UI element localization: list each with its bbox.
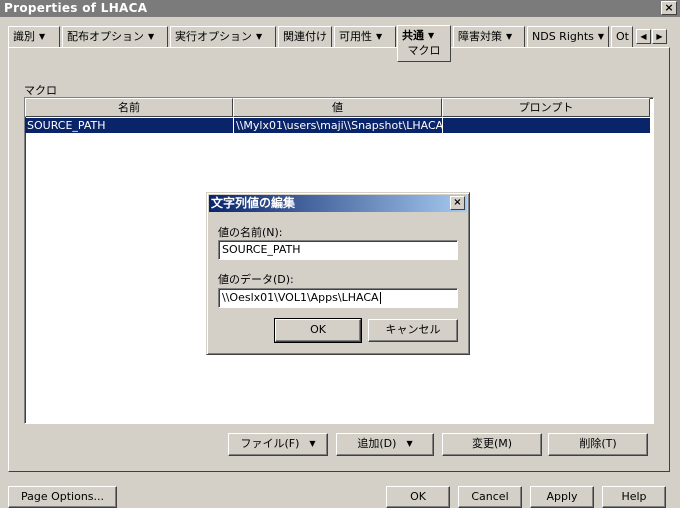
window-title-bar: Properties of LHACA — [0, 0, 680, 17]
chevron-down-icon: ▼ — [376, 32, 383, 41]
dialog-title: 文字列値の編集 — [209, 195, 467, 212]
tab-label: Ot — [616, 30, 629, 43]
column-header-value[interactable]: 値 — [233, 98, 442, 117]
chevron-down-icon: ▼ — [597, 32, 605, 41]
value-data-field[interactable]: \\Oeslx01\VOL1\Apps\LHACA — [218, 288, 458, 308]
tab-run-options[interactable]: 実行オプション ▼ — [170, 26, 276, 47]
close-icon: × — [453, 197, 462, 208]
tab-label: 配布オプション — [67, 30, 144, 43]
window-title: Properties of LHACA — [4, 1, 148, 15]
chevron-down-icon: ▼ — [256, 32, 263, 41]
chevron-down-icon: ▼ — [309, 439, 316, 448]
ok-button[interactable]: OK — [386, 486, 450, 508]
tab-sublabel: マクロ — [407, 44, 441, 57]
button-label: ファイル(F) — [240, 437, 300, 450]
tab-label: 関連付け — [283, 30, 327, 43]
chevron-down-icon: ▼ — [406, 439, 413, 448]
tab-scroll-left-button[interactable]: ◀ — [636, 29, 651, 44]
tab-common-subpage-macros[interactable]: マクロ — [397, 44, 451, 62]
tab-associations[interactable]: 関連付け — [278, 26, 332, 47]
tab-fault-tolerance[interactable]: 障害対策 ▼ — [453, 26, 525, 47]
chevron-down-icon: ▼ — [428, 31, 435, 40]
add-menu-button[interactable]: 追加(D) ▼ — [336, 433, 434, 456]
arrow-right-icon: ▶ — [656, 32, 663, 41]
chevron-down-icon: ▼ — [148, 32, 155, 41]
tab-label: 識別 — [13, 30, 35, 43]
delete-button[interactable]: 削除(T) — [548, 433, 648, 456]
table-cell-name: SOURCE_PATH — [27, 119, 106, 132]
tab-availability[interactable]: 可用性 ▼ — [334, 26, 396, 47]
chevron-down-icon: ▼ — [39, 32, 46, 41]
section-label: マクロ — [24, 84, 57, 97]
cancel-button[interactable]: Cancel — [458, 486, 522, 508]
chevron-down-icon: ▼ — [506, 32, 513, 41]
tab-label: 共通 — [402, 29, 424, 42]
tab-distribution-options[interactable]: 配布オプション ▼ — [62, 26, 168, 47]
value-name-text: SOURCE_PATH — [222, 243, 301, 256]
close-icon: × — [664, 1, 674, 14]
tab-label: 可用性 — [339, 30, 372, 43]
value-name-field[interactable]: SOURCE_PATH — [218, 240, 458, 260]
tab-label: NDS Rights — [532, 30, 594, 43]
table-cell-value: \\Mylx01\users\maji\\Snapshot\LHACA — [236, 119, 442, 132]
column-header-prompt[interactable]: プロンプト — [442, 98, 650, 117]
tab-identification[interactable]: 識別 ▼ — [8, 26, 60, 47]
apply-button[interactable]: Apply — [530, 486, 594, 508]
arrow-left-icon: ◀ — [640, 32, 647, 41]
tab-nds-rights[interactable]: NDS Rights ▼ — [527, 26, 609, 47]
value-name-label: 値の名前(N): — [218, 226, 283, 239]
button-label: 追加(D) — [357, 437, 397, 450]
table-cell-prompt — [443, 118, 649, 133]
text-cursor — [379, 292, 381, 304]
dialog-cancel-button[interactable]: キャンセル — [368, 319, 458, 342]
tab-scroll-right-button[interactable]: ▶ — [652, 29, 667, 44]
dialog-close-button[interactable]: × — [450, 196, 465, 210]
value-data-text: \\Oeslx01\VOL1\Apps\LHACA — [222, 291, 379, 304]
column-header-name[interactable]: 名前 — [25, 98, 233, 117]
tab-other[interactable]: Ot — [611, 26, 633, 47]
window-close-button[interactable]: × — [661, 1, 677, 15]
page-options-button[interactable]: Page Options... — [8, 486, 117, 508]
tab-label: 障害対策 — [458, 30, 502, 43]
value-data-label: 値のデータ(D): — [218, 273, 294, 286]
file-menu-button[interactable]: ファイル(F) ▼ — [228, 433, 328, 456]
help-button[interactable]: Help — [602, 486, 666, 508]
dialog-ok-button[interactable]: OK — [274, 318, 362, 343]
tab-label: 実行オプション — [175, 30, 252, 43]
change-button[interactable]: 変更(M) — [442, 433, 542, 456]
